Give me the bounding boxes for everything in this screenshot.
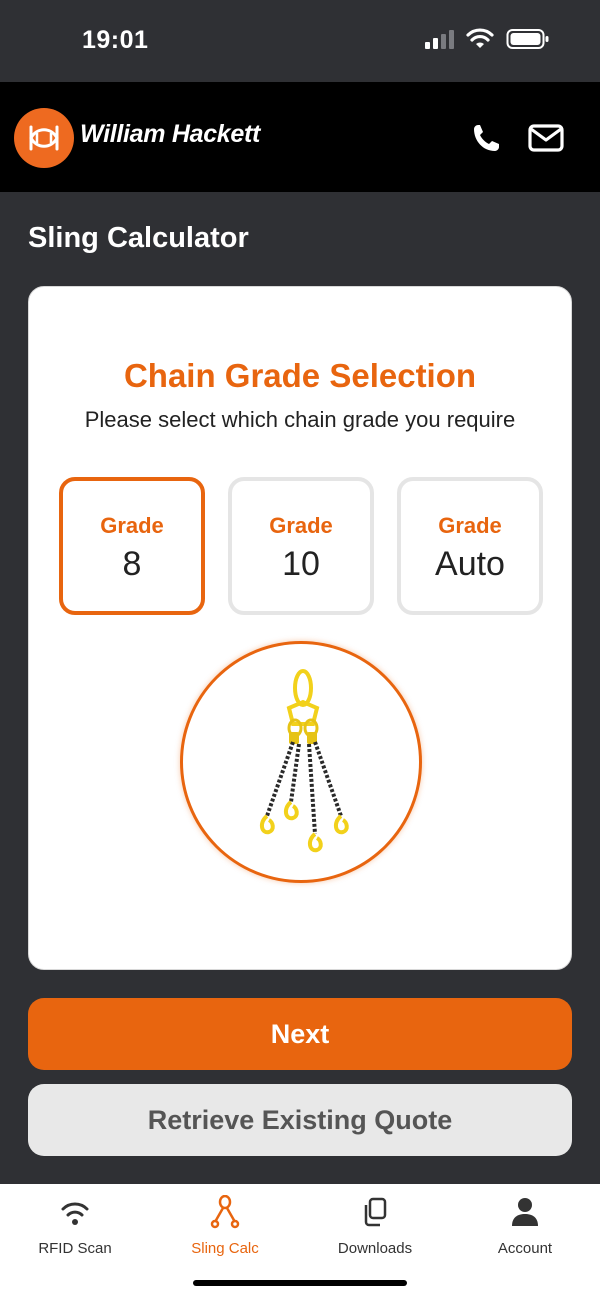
brand-logo-icon xyxy=(14,108,74,168)
app-header: William Hackett xyxy=(0,82,600,192)
tab-rfid-scan[interactable]: RFID Scan xyxy=(0,1194,150,1257)
status-time: 19:01 xyxy=(82,26,149,54)
tab-account[interactable]: Account xyxy=(450,1194,600,1257)
tab-sling-calc[interactable]: Sling Calc xyxy=(150,1194,300,1257)
grade-value: 8 xyxy=(122,545,142,583)
grade-value: 10 xyxy=(282,545,320,583)
battery-icon xyxy=(506,29,549,49)
person-icon xyxy=(450,1194,600,1230)
grade-8-option[interactable]: Grade 8 xyxy=(59,477,205,615)
chain-sling-image xyxy=(180,641,422,883)
retrieve-existing-quote-button[interactable]: Retrieve Existing Quote xyxy=(28,1084,572,1156)
cellular-signal-icon xyxy=(425,29,454,49)
tab-label: Sling Calc xyxy=(191,1240,259,1257)
grade-label: Grade xyxy=(438,513,502,538)
tab-label: Downloads xyxy=(337,1240,413,1257)
tab-downloads[interactable]: Downloads xyxy=(300,1194,450,1257)
status-bar: 19:01 xyxy=(0,0,600,82)
home-indicator xyxy=(193,1280,407,1286)
grade-value: Auto xyxy=(435,545,505,583)
sling-icon xyxy=(150,1194,300,1230)
brand-name: William Hackett xyxy=(80,120,261,148)
grade-label: Grade xyxy=(269,513,333,538)
copy-icon xyxy=(300,1194,450,1230)
card-title: Chain Grade Selection xyxy=(123,357,477,394)
tab-label: RFID Scan xyxy=(38,1240,112,1257)
next-button[interactable]: Next xyxy=(28,998,572,1070)
mail-icon[interactable] xyxy=(528,120,564,156)
grade-10-option[interactable]: Grade 10 xyxy=(228,477,374,615)
wifi-icon xyxy=(0,1194,150,1230)
page-title: Sling Calculator xyxy=(28,222,249,254)
phone-icon[interactable] xyxy=(468,120,504,156)
grade-selection-card: Chain Grade Selection Please select whic… xyxy=(28,286,572,970)
grade-auto-option[interactable]: Grade Auto xyxy=(397,477,543,615)
tab-label: Account xyxy=(497,1240,553,1257)
status-icons xyxy=(425,28,550,50)
wifi-status-icon xyxy=(466,28,494,48)
grade-label: Grade xyxy=(100,513,164,538)
card-subtitle: Please select which chain grade you requ… xyxy=(84,407,516,432)
